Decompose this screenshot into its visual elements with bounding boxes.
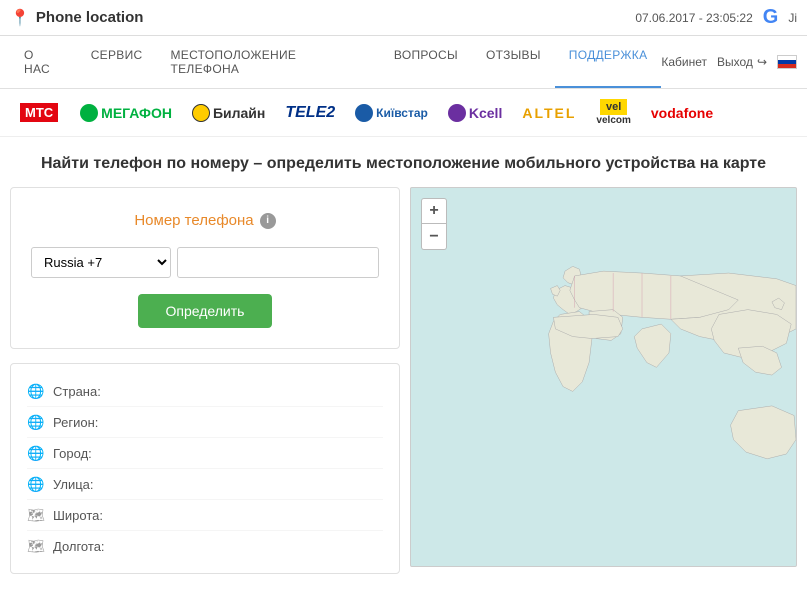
globe-icon-street: 🌐 <box>27 475 45 493</box>
brand-velcom[interactable]: vel velcom <box>596 99 630 126</box>
globe-icon-city: 🌐 <box>27 444 45 462</box>
brand-kyivstar[interactable]: Київстар <box>355 104 428 122</box>
nav-item-location[interactable]: МЕСТОПОЛОЖЕНИЕ ТЕЛЕФОНА <box>157 36 380 88</box>
header-right: 07.06.2017 - 23:05:22 G Ji <box>635 6 797 29</box>
zoom-out-button[interactable]: − <box>421 224 447 250</box>
cabinet-link[interactable]: Кабинет <box>661 55 707 69</box>
beeline-icon <box>192 104 210 122</box>
brands-bar: МТС МЕГАФОН Билайн TELE2 Київстар Kcell … <box>0 89 807 137</box>
header: 📍 Phone location 07.06.2017 - 23:05:22 G… <box>0 0 807 36</box>
beeline-label: Билайн <box>213 105 265 121</box>
country-select[interactable]: Russia +7 <box>31 247 171 278</box>
megafon-label: МЕГАФОН <box>101 105 172 121</box>
logout-link[interactable]: Выход ↪ <box>717 55 767 69</box>
info-row-city: 🌐 Город: <box>27 438 383 469</box>
phone-row: Russia +7 <box>31 247 379 278</box>
map-icon-latitude: 🗺 <box>27 506 45 524</box>
info-row-country: 🌐 Страна: <box>27 376 383 407</box>
left-panel: Номер телефона i Russia +7 Определить 🌐 … <box>10 187 400 574</box>
globe-icon-region: 🌐 <box>27 413 45 431</box>
logo: 📍 Phone location <box>10 8 143 28</box>
tele2-label: TELE2 <box>285 104 335 122</box>
phone-input[interactable] <box>177 247 379 278</box>
map-area: + − <box>410 187 797 567</box>
google-icon: G <box>763 6 779 29</box>
altel-label: ALTEL <box>522 105 576 121</box>
brand-vodafone[interactable]: vodafone <box>651 105 713 121</box>
velcom-label: velcom <box>596 115 630 126</box>
pin-icon: 📍 <box>10 8 30 28</box>
velcom-box: vel <box>600 99 627 115</box>
vodafone-label: vodafone <box>651 105 713 121</box>
nav-item-about[interactable]: О НАС <box>10 36 77 88</box>
logo-text: Phone location <box>36 9 144 26</box>
google-label: Ji <box>788 11 797 25</box>
mts-box: МТС <box>20 103 58 122</box>
kyivstar-label: Київстар <box>376 106 428 120</box>
kyivstar-icon <box>355 104 373 122</box>
logout-icon: ↪ <box>757 55 767 69</box>
brand-kcell[interactable]: Kcell <box>448 104 502 122</box>
map-controls: + − <box>421 198 447 250</box>
brand-beeline[interactable]: Билайн <box>192 104 265 122</box>
nav-item-support[interactable]: ПОДДЕРЖКА <box>555 36 662 88</box>
brand-megafon[interactable]: МЕГАФОН <box>80 104 172 122</box>
megafon-icon <box>80 104 98 122</box>
info-card: 🌐 Страна: 🌐 Регион: 🌐 Город: 🌐 Улица: 🗺 … <box>10 363 400 574</box>
form-card: Номер телефона i Russia +7 Определить <box>10 187 400 349</box>
info-row-street: 🌐 Улица: <box>27 469 383 500</box>
nav-item-reviews[interactable]: ОТЗЫВЫ <box>472 36 555 88</box>
globe-icon-country: 🌐 <box>27 382 45 400</box>
info-row-region: 🌐 Регион: <box>27 407 383 438</box>
map-svg <box>411 188 796 566</box>
brand-altel[interactable]: ALTEL <box>522 105 576 121</box>
map-icon-longitude: 🗺 <box>27 537 45 555</box>
nav-item-service[interactable]: СЕРВИС <box>77 36 157 88</box>
locate-button[interactable]: Определить <box>138 294 273 328</box>
nav: О НАС СЕРВИС МЕСТОПОЛОЖЕНИЕ ТЕЛЕФОНА ВОП… <box>0 36 807 89</box>
content-area: Номер телефона i Russia +7 Определить 🌐 … <box>0 187 807 584</box>
phone-label: Номер телефона i <box>31 212 379 229</box>
brand-mts[interactable]: МТС <box>20 103 60 122</box>
datetime: 07.06.2017 - 23:05:22 <box>635 11 752 25</box>
info-row-longitude: 🗺 Долгота: <box>27 531 383 561</box>
main-heading: Найти телефон по номеру – определить мес… <box>0 137 807 187</box>
info-icon[interactable]: i <box>260 213 276 229</box>
kcell-label: Kcell <box>469 105 502 121</box>
nav-item-questions[interactable]: ВОПРОСЫ <box>380 36 472 88</box>
nav-right: Кабинет Выход ↪ <box>661 55 797 69</box>
brand-tele2[interactable]: TELE2 <box>285 104 335 122</box>
info-row-latitude: 🗺 Широта: <box>27 500 383 531</box>
zoom-in-button[interactable]: + <box>421 198 447 224</box>
kcell-icon <box>448 104 466 122</box>
flag-icon <box>777 55 797 69</box>
nav-left: О НАС СЕРВИС МЕСТОПОЛОЖЕНИЕ ТЕЛЕФОНА ВОП… <box>10 36 661 88</box>
